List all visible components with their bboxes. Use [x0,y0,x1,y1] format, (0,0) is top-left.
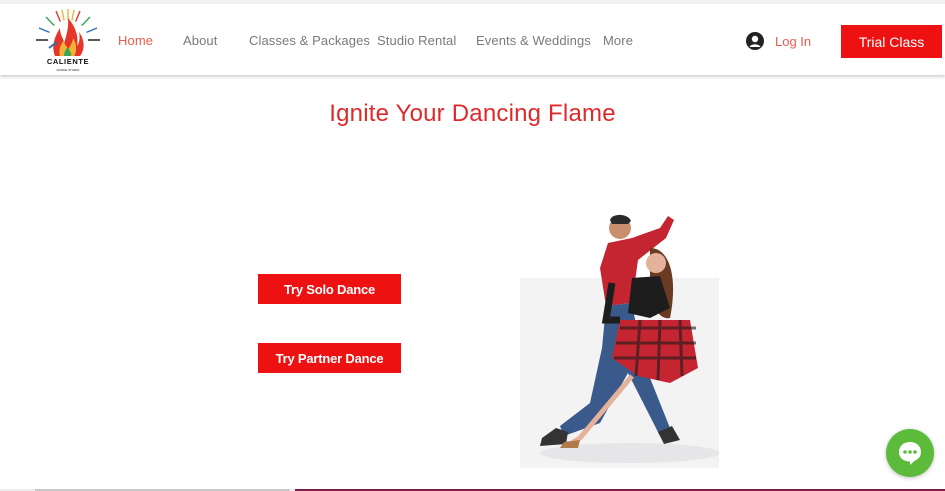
dancing-couple-photo [520,208,719,468]
trial-class-button[interactable]: Trial Class [841,25,942,58]
flame-logo-icon[interactable]: CALIENTE DANCE STUDIO [33,6,103,76]
nav-item-about[interactable]: About [183,33,217,48]
nav-item-more[interactable]: More [603,33,633,48]
hero-title: Ignite Your Dancing Flame [329,100,616,127]
chat-bubble-icon [899,442,921,465]
try-partner-dance-button[interactable]: Try Partner Dance [258,343,401,373]
chat-button[interactable] [886,429,934,477]
site-header: CALIENTE DANCE STUDIO Home About Classes… [0,4,945,75]
nav-item-classes-packages[interactable]: Classes & Packages [249,33,370,48]
login-label: Log In [775,33,812,49]
nav-item-studio-rental[interactable]: Studio Rental [377,33,456,48]
try-solo-dance-button[interactable]: Try Solo Dance [258,274,401,304]
login-button[interactable]: Log In [746,31,811,51]
logo-wordmark: CALIENTE [47,57,89,66]
user-avatar-icon [746,32,764,50]
logo-subtext: DANCE STUDIO [57,68,80,72]
nav-item-home[interactable]: Home [118,33,153,48]
nav-item-events-weddings[interactable]: Events & Weddings [476,33,591,48]
